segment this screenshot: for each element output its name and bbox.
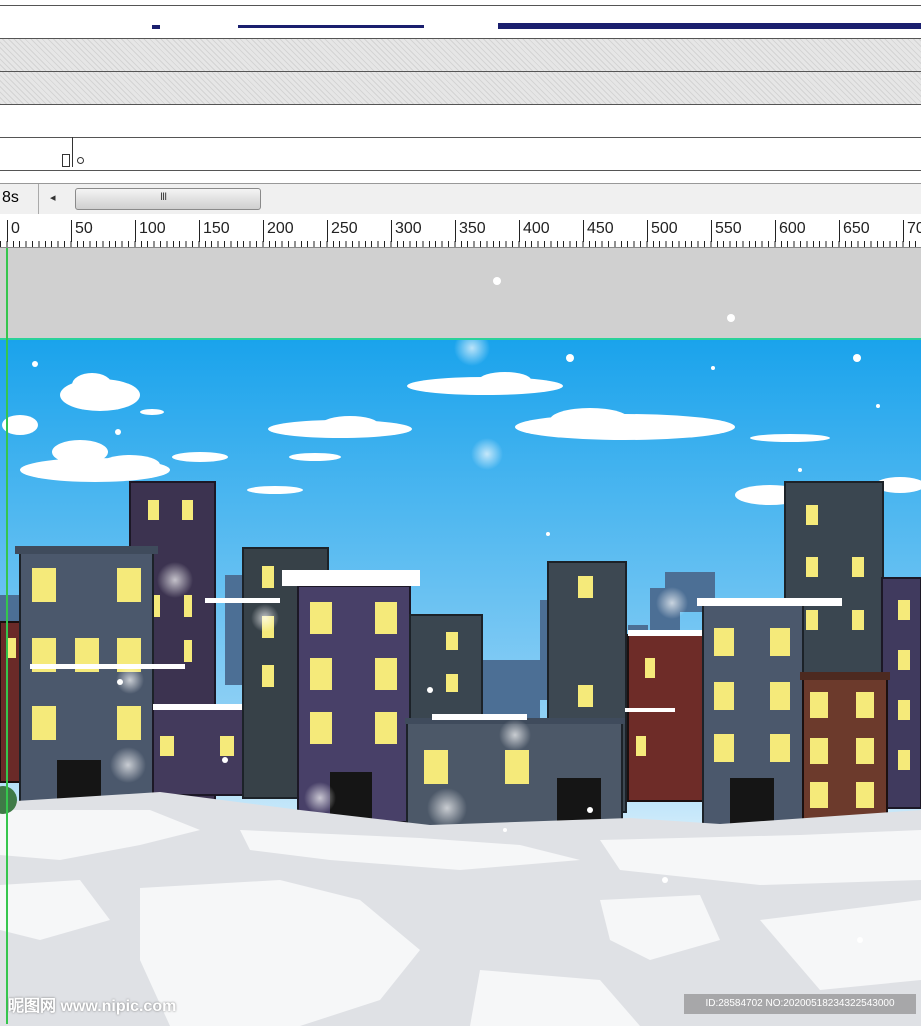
keyframe-marker[interactable] <box>62 154 70 167</box>
empty-keyframe-dot[interactable] <box>77 157 84 164</box>
building <box>625 630 706 802</box>
ruler-label: 0 <box>7 220 20 242</box>
scroll-left-arrow-icon[interactable]: ◂ <box>50 191 56 204</box>
pasteboard-area[interactable] <box>0 248 921 338</box>
frame-marker <box>72 137 73 167</box>
stage-canvas[interactable] <box>0 338 921 1026</box>
layer-track[interactable] <box>0 72 921 105</box>
ruler-label: 500 <box>647 220 678 242</box>
ruler-label: 250 <box>327 220 358 242</box>
scrollbar-grip-icon: III <box>160 191 167 203</box>
layer-track[interactable] <box>0 138 921 171</box>
horizontal-ruler: 0 50 100 150 200 250 300 350 400 450 500… <box>0 214 921 248</box>
timeline-scroll-row: 8s ◂ III <box>0 183 921 215</box>
winter-city-illustration <box>0 340 921 1026</box>
ruler-label: 350 <box>455 220 486 242</box>
layer-track[interactable] <box>0 105 921 138</box>
ruler-label: 450 <box>583 220 614 242</box>
watermark-logo: 昵图网 www.nipic.com <box>8 998 177 1015</box>
timeline-panel <box>0 0 921 183</box>
current-time-label: 8s <box>2 189 19 206</box>
ruler-label: 300 <box>391 220 422 242</box>
divider <box>38 184 39 214</box>
ruler-label: 600 <box>775 220 806 242</box>
ruler-label: 150 <box>199 220 230 242</box>
snow-ground <box>0 792 921 1026</box>
ruler-label: 200 <box>263 220 294 242</box>
ruler-label: 550 <box>711 220 742 242</box>
ruler-label: 70 <box>903 220 921 242</box>
audio-waveform <box>238 25 424 28</box>
building <box>0 621 23 783</box>
vertical-guide-line[interactable] <box>6 248 8 1024</box>
pasteboard-snowflakes <box>493 277 735 322</box>
watermark-id: ID:28584702 NO:20200518234322543000 <box>684 994 916 1014</box>
ruler-label: 400 <box>519 220 550 242</box>
audio-waveform <box>498 23 921 29</box>
layer-track[interactable] <box>0 39 921 72</box>
horizontal-scrollbar-thumb[interactable]: III <box>75 188 261 210</box>
audio-waveform <box>152 25 160 29</box>
building <box>800 672 890 833</box>
ruler-label: 100 <box>135 220 166 242</box>
audio-layer-track[interactable] <box>0 6 921 39</box>
ruler-label: 650 <box>839 220 870 242</box>
building <box>282 570 420 823</box>
ruler-label: 50 <box>71 220 93 242</box>
